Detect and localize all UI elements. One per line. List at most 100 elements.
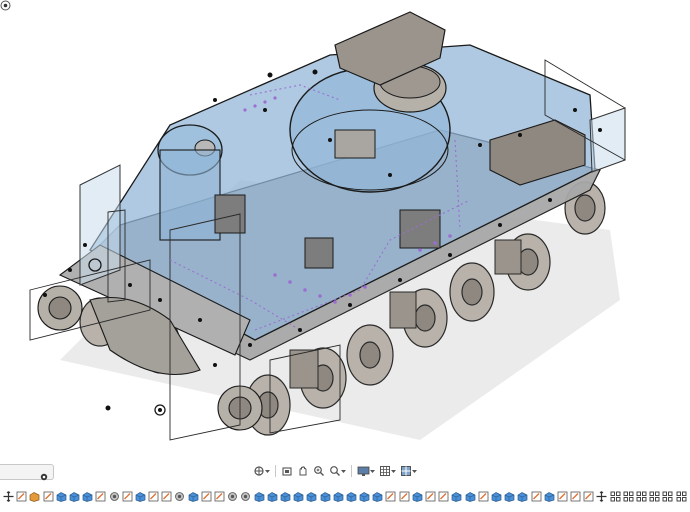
timeline-feature-extrude[interactable] bbox=[69, 491, 80, 502]
timeline-feature-pattern[interactable] bbox=[623, 491, 634, 502]
timeline-feature-extrude[interactable] bbox=[517, 491, 528, 502]
timeline-feature-sketch[interactable] bbox=[385, 491, 396, 502]
timeline-feature-sketch[interactable] bbox=[214, 491, 225, 502]
zoom-button[interactable] bbox=[312, 463, 326, 479]
timeline-feature-extrude[interactable] bbox=[544, 491, 555, 502]
timeline-feature-sketch[interactable] bbox=[438, 491, 449, 502]
orbit-icon bbox=[254, 466, 264, 476]
look-at-icon bbox=[282, 467, 292, 476]
grid-settings-button[interactable] bbox=[378, 463, 397, 479]
extrude-feature-icon bbox=[280, 491, 291, 502]
timeline-feature-sketch[interactable] bbox=[478, 491, 489, 502]
display-settings-button[interactable] bbox=[356, 463, 376, 479]
fit-button[interactable] bbox=[328, 463, 347, 479]
timeline-feature-extrude[interactable] bbox=[372, 491, 383, 502]
timeline-feature-extrude[interactable] bbox=[306, 491, 317, 502]
timeline-feature-move[interactable] bbox=[596, 490, 607, 502]
sketch-feature-icon bbox=[557, 491, 568, 501]
extrude-feature-icon bbox=[412, 491, 423, 502]
browser-pin-icon[interactable] bbox=[40, 468, 48, 481]
extrude-feature-icon bbox=[517, 491, 528, 502]
extrude-feature-icon bbox=[188, 491, 198, 502]
sketch-feature-icon bbox=[43, 491, 53, 501]
timeline-feature-pattern[interactable] bbox=[662, 491, 673, 502]
timeline-feature-extrude[interactable] bbox=[346, 491, 357, 502]
orbit-button[interactable] bbox=[252, 463, 271, 479]
timeline-feature-extrude[interactable] bbox=[359, 491, 370, 502]
canvas-viewport[interactable] bbox=[0, 0, 690, 462]
timeline-feature-joint[interactable] bbox=[109, 491, 120, 502]
tank-model[interactable] bbox=[0, 0, 690, 462]
timeline-feature-extrude[interactable] bbox=[333, 491, 344, 502]
sketch-feature-icon bbox=[570, 491, 581, 501]
body-feature-icon bbox=[30, 491, 40, 502]
timeline-feature-sketch[interactable] bbox=[557, 491, 568, 502]
timeline-feature-extrude[interactable] bbox=[82, 491, 93, 502]
timeline-feature-sketch[interactable] bbox=[201, 491, 212, 502]
sketch-feature-icon bbox=[399, 491, 410, 501]
timeline-feature-extrude[interactable] bbox=[504, 491, 515, 502]
timeline-feature-sketch[interactable] bbox=[399, 491, 410, 502]
pattern-feature-icon bbox=[610, 491, 621, 501]
timeline-feature-extrude[interactable] bbox=[293, 491, 304, 502]
timeline-feature-extrude[interactable] bbox=[451, 491, 462, 502]
timeline-feature-sketch[interactable] bbox=[43, 491, 54, 502]
timeline-feature-sketch[interactable] bbox=[148, 491, 159, 502]
sketch-feature-icon bbox=[148, 491, 159, 501]
timeline-feature-extrude[interactable] bbox=[465, 491, 476, 502]
timeline-feature-extrude[interactable] bbox=[280, 491, 291, 502]
extrude-feature-icon bbox=[82, 491, 93, 502]
sketch-feature-icon bbox=[214, 491, 225, 501]
toolbar-separator bbox=[351, 465, 352, 477]
timeline-feature-extrude[interactable] bbox=[188, 491, 199, 502]
extrude-feature-icon bbox=[346, 491, 357, 502]
look-at-button[interactable] bbox=[280, 463, 294, 479]
timeline-feature-pattern[interactable] bbox=[676, 491, 687, 502]
timeline-feature-pattern[interactable] bbox=[636, 491, 647, 502]
extrude-feature-icon bbox=[504, 491, 515, 502]
timeline-feature-pattern[interactable] bbox=[610, 491, 621, 502]
timeline-feature-sketch[interactable] bbox=[531, 491, 542, 502]
timeline-feature-sketch[interactable] bbox=[583, 491, 594, 502]
sketch-feature-icon bbox=[438, 491, 449, 501]
timeline-feature-joint[interactable] bbox=[227, 491, 238, 502]
chevron-down-icon bbox=[412, 469, 417, 473]
pan-icon bbox=[299, 466, 307, 476]
extrude-feature-icon bbox=[306, 491, 317, 502]
timeline-feature-joint[interactable] bbox=[240, 491, 251, 502]
extrude-feature-icon bbox=[135, 491, 146, 502]
timeline-feature-extrude[interactable] bbox=[56, 491, 67, 502]
viewports-button[interactable] bbox=[399, 463, 418, 479]
timeline-feature-sketch[interactable] bbox=[95, 491, 106, 502]
joint-feature-icon bbox=[175, 491, 185, 501]
timeline-feature-sketch[interactable] bbox=[16, 491, 27, 502]
timeline-feature-pattern[interactable] bbox=[649, 491, 660, 502]
chevron-down-icon bbox=[391, 469, 396, 473]
navigation-toolbar bbox=[252, 462, 418, 480]
timeline-feature-extrude[interactable] bbox=[267, 491, 278, 502]
timeline-feature-sketch[interactable] bbox=[570, 491, 581, 502]
timeline-feature-extrude[interactable] bbox=[412, 491, 423, 502]
timeline-feature-sketch[interactable] bbox=[161, 491, 172, 502]
extrude-feature-icon bbox=[69, 491, 80, 502]
timeline-feature-body[interactable] bbox=[29, 491, 40, 502]
timeline-feature-joint[interactable] bbox=[174, 491, 185, 502]
joint-feature-icon bbox=[241, 491, 251, 501]
timeline-feature-sketch[interactable] bbox=[425, 491, 436, 502]
timeline-feature-extrude[interactable] bbox=[135, 491, 146, 502]
extrude-feature-icon bbox=[452, 491, 462, 502]
extrude-feature-icon bbox=[359, 491, 370, 502]
extrude-feature-icon bbox=[333, 491, 344, 502]
pattern-feature-icon bbox=[649, 491, 660, 501]
pan-button[interactable] bbox=[296, 463, 310, 479]
browser-panel-collapsed[interactable] bbox=[0, 464, 54, 481]
timeline-feature-move[interactable] bbox=[3, 490, 14, 502]
timeline-feature-extrude[interactable] bbox=[254, 491, 265, 502]
move-feature-icon bbox=[596, 490, 607, 502]
sketch-feature-icon bbox=[95, 491, 106, 501]
sponson-gun-mount bbox=[157, 124, 223, 241]
timeline-feature-sketch[interactable] bbox=[122, 491, 133, 502]
timeline-feature-extrude[interactable] bbox=[320, 491, 331, 502]
timeline-feature-extrude[interactable] bbox=[491, 491, 502, 502]
extrude-feature-icon bbox=[254, 491, 264, 502]
